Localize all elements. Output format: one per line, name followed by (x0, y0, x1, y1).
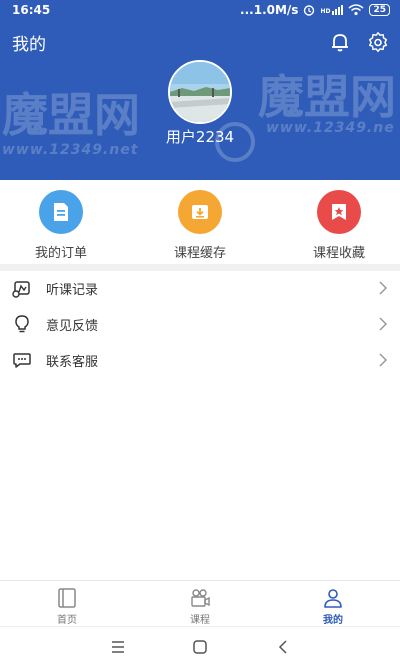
back-icon[interactable] (275, 639, 293, 655)
tab-label: 首页 (57, 615, 77, 626)
bell-icon[interactable] (329, 31, 351, 53)
wifi-icon (348, 4, 364, 16)
menu-item-label: 意见反馈 (46, 319, 99, 334)
menu-icon[interactable] (109, 639, 127, 655)
status-time: 16:45 (12, 3, 51, 17)
my-orders-button[interactable]: 我的订单 (6, 190, 116, 261)
chevron-right-icon (379, 353, 388, 367)
course-favorites-button[interactable]: 课程收藏 (284, 190, 394, 261)
menu-item-label: 听课记录 (46, 283, 99, 298)
order-document-icon (39, 190, 83, 234)
profile-header: 魔盟网 www.12349.net 魔盟网 www.12349.ne 16:45… (0, 0, 400, 180)
lightbulb-icon (15, 315, 29, 333)
book-icon (58, 588, 76, 608)
chevron-right-icon (379, 317, 388, 331)
gear-icon[interactable] (367, 31, 389, 53)
watermark-text-right: 魔盟网 (258, 70, 396, 124)
quick-action-label: 课程收藏 (312, 246, 365, 261)
battery-indicator: 25 (369, 4, 390, 16)
tab-mine[interactable]: 我的 (303, 587, 363, 626)
bottom-tab-bar: 首页 课程 我的 (0, 580, 400, 626)
signal-icon: HD (320, 5, 344, 15)
video-camera-icon (191, 589, 210, 607)
home-square-icon[interactable] (191, 639, 209, 655)
menu-item-label: 联系客服 (46, 355, 99, 370)
quick-actions: 我的订单 课程缓存 课程收藏 (0, 180, 400, 264)
history-icon (12, 281, 30, 298)
user-icon (324, 589, 342, 608)
tab-courses[interactable]: 课程 (170, 587, 230, 626)
download-icon (178, 190, 222, 234)
menu-item-history[interactable]: 听课记录 (0, 270, 400, 306)
avatar[interactable] (168, 60, 232, 124)
username: 用户2234 (165, 128, 235, 146)
status-indicators: ...1.0M/s HD 25 (240, 3, 390, 17)
network-speed: ...1.0M/s (240, 3, 299, 17)
alarm-icon (304, 5, 315, 16)
quick-action-label: 我的订单 (34, 246, 87, 261)
tab-label: 课程 (190, 615, 210, 626)
menu-item-customer-service[interactable]: 联系客服 (0, 342, 400, 378)
tab-label: 我的 (323, 615, 343, 626)
status-bar: 16:45 ...1.0M/s HD 25 (0, 0, 400, 22)
tab-home[interactable]: 首页 (37, 587, 97, 626)
chat-icon (13, 353, 31, 368)
quick-action-label: 课程缓存 (173, 246, 226, 261)
system-navigation-bar (0, 626, 400, 667)
chevron-right-icon (379, 281, 388, 295)
menu-item-feedback[interactable]: 意见反馈 (0, 306, 400, 342)
course-cache-button[interactable]: 课程缓存 (145, 190, 255, 261)
page-title: 我的 (12, 35, 46, 55)
star-bookmark-icon (317, 190, 361, 234)
